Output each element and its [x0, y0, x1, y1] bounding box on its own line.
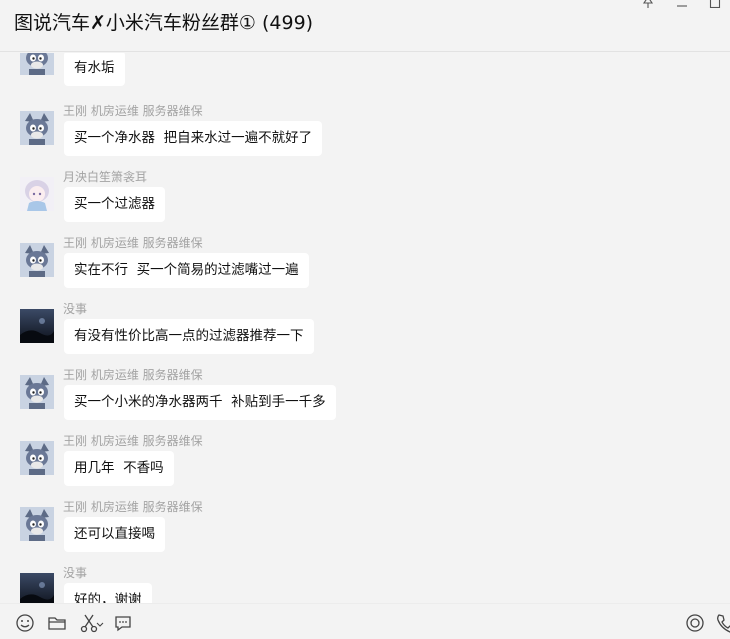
- message-bubble[interactable]: 有水垢: [64, 53, 125, 86]
- message-bubble[interactable]: 买一个小米的净水器两千 补贴到手一千多: [64, 385, 336, 420]
- sender-name[interactable]: 王刚 机房运维 服务器维保: [63, 368, 203, 382]
- sender-name[interactable]: 月泱白笙箫衾耳: [63, 170, 147, 184]
- message-bubble[interactable]: 买一个净水器 把自来水过一遍不就好了: [64, 121, 323, 156]
- message-item: 王刚 机房运维 服务器维保 实在不行 买一个简易的过滤嘴过一遍: [0, 236, 730, 303]
- tom-cat-avatar[interactable]: [20, 441, 54, 475]
- minimize-icon[interactable]: [675, 0, 689, 8]
- maximize-icon[interactable]: [708, 0, 722, 8]
- input-toolbar: [0, 603, 730, 639]
- tom-cat-avatar[interactable]: [20, 111, 54, 145]
- message-item: 王刚 机房运维 服务器维保 用几年 不香吗: [0, 434, 730, 501]
- tom-cat-avatar[interactable]: [20, 53, 54, 75]
- sender-name[interactable]: 没事: [63, 302, 87, 316]
- title-bar: 图说汽车✗小米汽车粉丝群① (499): [0, 0, 730, 52]
- message-item: 月泱白笙箫衾耳 买一个过滤器: [0, 170, 730, 237]
- tom-cat-avatar[interactable]: [20, 375, 54, 409]
- message-bubble[interactable]: 买一个过滤器: [64, 187, 165, 222]
- anime-girl-avatar[interactable]: [20, 177, 54, 211]
- message-bubble[interactable]: 用几年 不香吗: [64, 451, 174, 486]
- sender-name[interactable]: 王刚 机房运维 服务器维保: [63, 236, 203, 250]
- message-item: 没事 好的，谢谢: [0, 566, 730, 603]
- message-item: 有水垢: [0, 53, 730, 101]
- night-sky-avatar[interactable]: [20, 309, 54, 343]
- chat-bubble-icon[interactable]: [112, 612, 134, 634]
- sender-name[interactable]: 王刚 机房运维 服务器维保: [63, 104, 203, 118]
- live-icon[interactable]: [684, 612, 706, 634]
- folder-icon[interactable]: [46, 612, 68, 634]
- emoji-icon[interactable]: [14, 612, 36, 634]
- message-item: 王刚 机房运维 服务器维保 买一个小米的净水器两千 补贴到手一千多: [0, 368, 730, 435]
- message-bubble[interactable]: 好的，谢谢: [64, 583, 152, 603]
- sender-name[interactable]: 王刚 机房运维 服务器维保: [63, 500, 203, 514]
- message-bubble[interactable]: 实在不行 买一个简易的过滤嘴过一遍: [64, 253, 309, 288]
- message-item: 王刚 机房运维 服务器维保 还可以直接喝: [0, 500, 730, 567]
- sender-name[interactable]: 没事: [63, 566, 87, 580]
- phone-icon[interactable]: [714, 612, 730, 634]
- message-item: 没事 有没有性价比高一点的过滤器推荐一下: [0, 302, 730, 369]
- tom-cat-avatar[interactable]: [20, 243, 54, 277]
- chevron-down-icon[interactable]: [94, 612, 106, 634]
- message-bubble[interactable]: 有没有性价比高一点的过滤器推荐一下: [64, 319, 314, 354]
- tom-cat-avatar[interactable]: [20, 507, 54, 541]
- chat-title: 图说汽车✗小米汽车粉丝群① (499): [14, 12, 314, 34]
- pin-icon[interactable]: [641, 0, 655, 8]
- message-list[interactable]: 有水垢 王刚 机房运维 服务器维保 买一个净水器 把自来水过一遍不就好了 月泱白…: [0, 53, 730, 603]
- night-sky-avatar[interactable]: [20, 573, 54, 603]
- message-item: 王刚 机房运维 服务器维保 买一个净水器 把自来水过一遍不就好了: [0, 104, 730, 171]
- sender-name[interactable]: 王刚 机房运维 服务器维保: [63, 434, 203, 448]
- message-bubble[interactable]: 还可以直接喝: [64, 517, 165, 552]
